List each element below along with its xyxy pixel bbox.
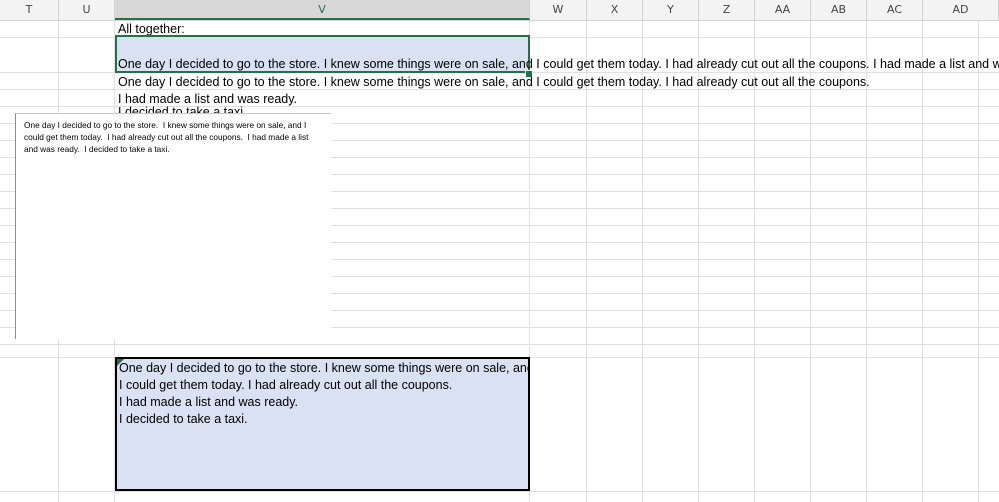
column-header-w[interactable]: W [530, 0, 587, 20]
column-header-x[interactable]: X [587, 0, 643, 20]
text-box[interactable]: One day I decided to go to the store. I … [15, 113, 331, 339]
wrapped-line: I could get them today. I had already cu… [119, 378, 453, 392]
column-header-ab[interactable]: AB [811, 0, 867, 20]
wrapped-text-cell[interactable]: One day I decided to go to the store. I … [115, 357, 530, 491]
column-header-v[interactable]: V [115, 0, 530, 20]
error-indicator-icon[interactable] [117, 359, 124, 366]
column-header-z[interactable]: Z [699, 0, 755, 20]
cell-v5[interactable]: One day I decided to go to the store. I … [118, 74, 870, 91]
column-header-t[interactable]: T [0, 0, 59, 20]
wrapped-line: I had made a list and was ready. [119, 395, 299, 409]
column-header-aa[interactable]: AA [755, 0, 811, 20]
column-header-ac[interactable]: AC [867, 0, 923, 20]
column-header-ad[interactable]: AD [923, 0, 999, 20]
column-header-row: T U V W X Y Z AA AB AC AD [0, 0, 999, 21]
wrapped-line: I decided to take a taxi. [119, 412, 248, 426]
wrapped-line: One day I decided to go to the store. I … [119, 361, 530, 375]
text-box-content: One day I decided to go to the store. I … [24, 120, 311, 154]
column-header-y[interactable]: Y [643, 0, 699, 20]
cell-v4[interactable]: One day I decided to go to the store. I … [118, 56, 999, 73]
cell-v7[interactable]: I decided to take a taxi. [118, 104, 247, 113]
column-header-u[interactable]: U [59, 0, 115, 20]
